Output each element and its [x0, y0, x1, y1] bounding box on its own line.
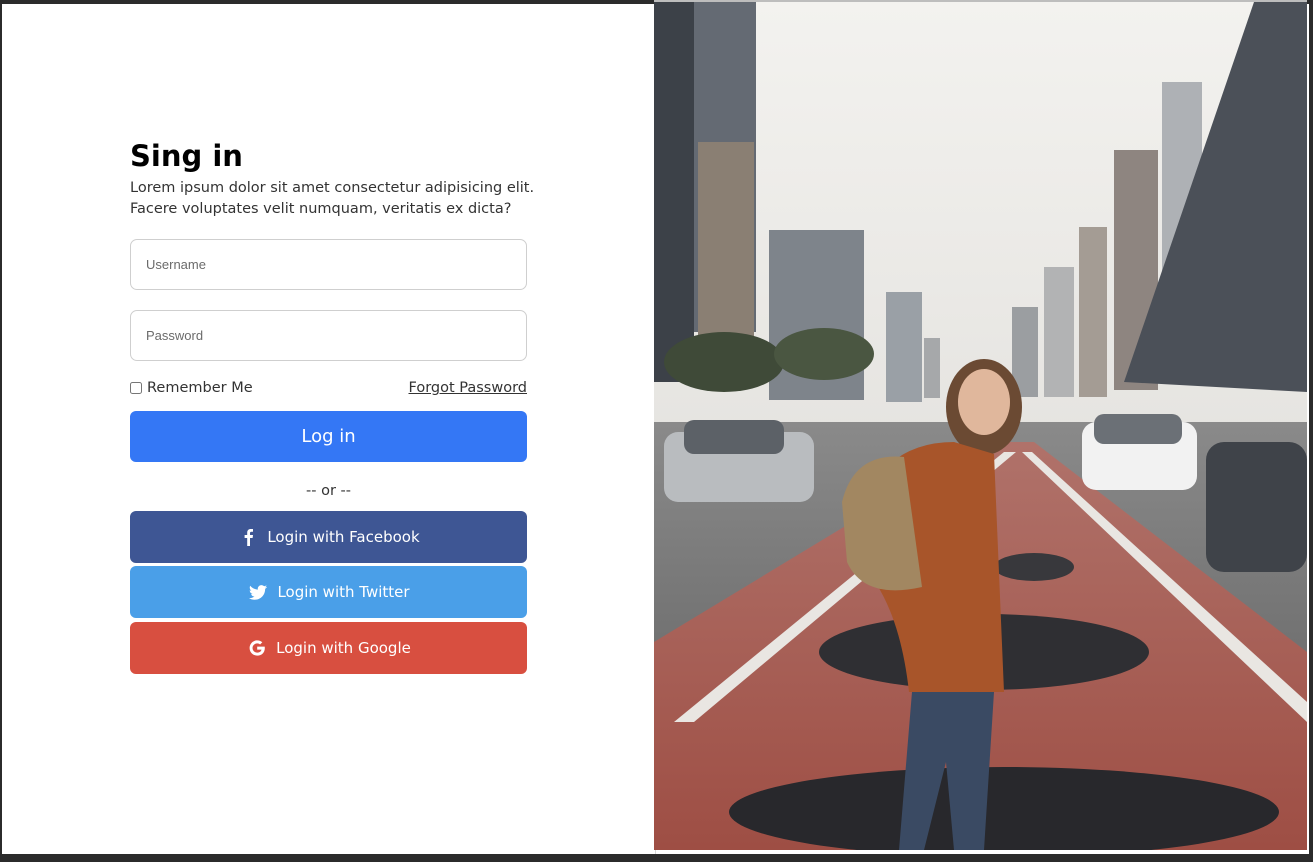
login-button[interactable]: Log in: [130, 411, 527, 462]
login-facebook-button[interactable]: Login with Facebook: [130, 511, 527, 563]
remember-me-checkbox[interactable]: [130, 382, 142, 394]
login-facebook-label: Login with Facebook: [267, 528, 420, 546]
remember-me[interactable]: Remember Me: [130, 380, 253, 396]
remember-me-label: Remember Me: [147, 380, 253, 396]
username-input[interactable]: [130, 239, 527, 290]
page-title: Sing in: [130, 139, 243, 173]
password-input[interactable]: [130, 310, 527, 361]
twitter-icon: [247, 581, 269, 603]
forgot-password-link[interactable]: Forgot Password: [409, 380, 528, 396]
login-button-label: Log in: [301, 426, 356, 447]
description-line-1: Lorem ipsum dolor sit amet consectetur a…: [130, 180, 535, 196]
or-separator: -- or --: [306, 483, 351, 499]
login-twitter-button[interactable]: Login with Twitter: [130, 566, 527, 618]
login-form: Sing in Lorem ipsum dolor sit amet conse…: [130, 137, 534, 674]
facebook-icon: [237, 526, 259, 548]
page-description: Lorem ipsum dolor sit amet consectetur a…: [130, 178, 550, 220]
hero-photo: [654, 2, 1307, 850]
login-twitter-label: Login with Twitter: [277, 583, 410, 601]
login-panel: Sing in Lorem ipsum dolor sit amet conse…: [2, 4, 656, 854]
hero-photo-illustration: [654, 2, 1307, 850]
google-icon: [246, 637, 268, 659]
description-line-2: Facere voluptates velit numquam, veritat…: [130, 201, 512, 217]
login-google-label: Login with Google: [276, 639, 411, 657]
remember-forgot-row: Remember Me Forgot Password: [130, 378, 527, 398]
login-google-button[interactable]: Login with Google: [130, 622, 527, 674]
